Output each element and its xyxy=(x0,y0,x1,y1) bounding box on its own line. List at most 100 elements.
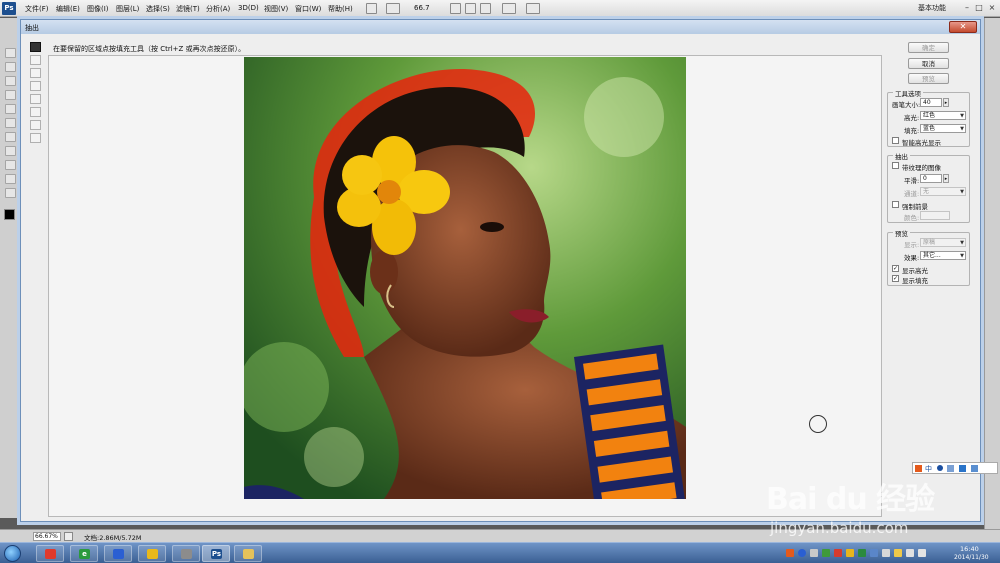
pen-tool-icon[interactable] xyxy=(5,160,16,170)
eyedropper-icon[interactable] xyxy=(30,81,41,91)
color-label: 颜色: xyxy=(904,214,920,222)
effect-label: 效果: xyxy=(904,254,920,262)
channel-label: 通道: xyxy=(904,190,920,198)
tray-icon[interactable] xyxy=(894,549,902,557)
dialog-titlebar[interactable]: 抽出 ✕ xyxy=(21,20,980,34)
menu-view[interactable]: 视图(V) xyxy=(264,4,288,14)
taskbar-explorer[interactable] xyxy=(234,545,262,562)
highlight-select[interactable]: 红色 ▼ xyxy=(920,111,966,120)
show-select[interactable]: 原稿 ▼ xyxy=(920,238,966,247)
tools-panel xyxy=(0,18,21,518)
minimize-icon[interactable]: – xyxy=(962,3,972,13)
dialog-close-button[interactable]: ✕ xyxy=(949,21,977,33)
cleanup-tool-icon[interactable] xyxy=(30,94,41,104)
maximize-icon[interactable]: □ xyxy=(974,3,984,13)
force-foreground-label: 强制前景 xyxy=(902,203,928,211)
cancel-button[interactable]: 取消 xyxy=(908,58,949,69)
menu-layer[interactable]: 图层(L) xyxy=(116,4,139,14)
volume-icon[interactable] xyxy=(906,549,914,557)
move-tool-icon[interactable] xyxy=(5,48,16,58)
zoom-icon[interactable] xyxy=(30,120,41,130)
smart-highlight-checkbox[interactable] xyxy=(892,137,899,144)
tray-icon[interactable] xyxy=(786,549,794,557)
show-highlight-checkbox[interactable]: ✓ xyxy=(892,265,899,272)
start-button[interactable] xyxy=(4,545,21,562)
lasso-tool-icon[interactable] xyxy=(5,76,16,86)
color-swatch[interactable] xyxy=(920,211,950,220)
smooth-field[interactable]: 0 xyxy=(920,174,942,183)
arrange-documents-icon[interactable] xyxy=(502,3,516,14)
highlight-label: 高光: xyxy=(904,114,920,122)
preview-photo[interactable] xyxy=(244,57,686,499)
hand-icon[interactable] xyxy=(30,133,41,143)
show-highlight-label: 显示高光 xyxy=(902,267,928,275)
tray-icon[interactable] xyxy=(846,549,854,557)
tray-icon[interactable] xyxy=(870,549,878,557)
edge-touchup-icon[interactable] xyxy=(30,107,41,117)
eraser-icon[interactable] xyxy=(30,68,41,78)
menu-analysis[interactable]: 分析(A) xyxy=(206,4,230,14)
bridge-icon[interactable] xyxy=(366,3,377,14)
fill-tool-icon[interactable] xyxy=(30,55,41,65)
hand-tool-icon[interactable] xyxy=(450,3,461,14)
hand-tool-icon[interactable] xyxy=(5,188,16,198)
marquee-tool-icon[interactable] xyxy=(5,62,16,72)
taskbar-baidu[interactable] xyxy=(104,545,132,562)
crop-tool-icon[interactable] xyxy=(5,90,16,100)
effect-select[interactable]: 其它... ▼ xyxy=(920,251,966,260)
status-menu-icon[interactable] xyxy=(64,532,73,541)
eyedropper-tool-icon[interactable] xyxy=(5,104,16,114)
dropdown-arrow-icon: ▼ xyxy=(960,253,964,259)
channel-select[interactable]: 无 ▼ xyxy=(920,187,966,196)
menu-file[interactable]: 文件(F) xyxy=(25,4,49,14)
menu-select[interactable]: 选择(S) xyxy=(146,4,170,14)
status-zoom-field[interactable]: 66.67% xyxy=(33,532,61,541)
tray-icon[interactable] xyxy=(822,549,830,557)
flag-icon[interactable] xyxy=(918,549,926,557)
menu-edit[interactable]: 编辑(E) xyxy=(56,4,80,14)
baidu-watermark: Bai du 经验 jingyan.baidu.com xyxy=(760,452,1000,542)
menu-filter[interactable]: 滤镜(T) xyxy=(176,4,200,14)
workspace-switcher[interactable]: 基本功能 xyxy=(918,3,962,15)
clock-time[interactable]: 16:40 xyxy=(960,545,979,553)
tray-icon[interactable] xyxy=(834,549,842,557)
textured-image-checkbox[interactable] xyxy=(892,162,899,169)
preview-group: 预览 显示: 原稿 ▼ 效果: 其它... ▼ ✓ 显示高光 ✓ 显示填充 xyxy=(887,228,970,286)
instruction-hint: 在要保留的区域点按填充工具（按 Ctrl+Z 或再次点按还原）。 xyxy=(53,45,246,53)
foreground-color-swatch[interactable] xyxy=(4,209,15,220)
clock-date[interactable]: 2014/11/30 xyxy=(954,554,989,561)
edge-highlighter-icon[interactable] xyxy=(30,42,41,52)
menu-help[interactable]: 帮助(H) xyxy=(328,4,353,14)
menu-image[interactable]: 图像(I) xyxy=(87,4,109,14)
show-fill-label: 显示填充 xyxy=(902,277,928,285)
brush-size-field[interactable]: 40 xyxy=(920,98,942,107)
brush-tool-icon[interactable] xyxy=(5,118,16,128)
smooth-slider-icon[interactable]: ▸ xyxy=(943,174,949,183)
menu-3d[interactable]: 3D(D) xyxy=(238,4,259,12)
force-foreground-checkbox[interactable] xyxy=(892,201,899,208)
eraser-tool-icon[interactable] xyxy=(5,146,16,156)
help-icon[interactable] xyxy=(798,549,806,557)
taskbar-app-5[interactable] xyxy=(172,545,200,562)
fill-select[interactable]: 蓝色 ▼ xyxy=(920,124,966,133)
stamp-tool-icon[interactable] xyxy=(5,132,16,142)
zoom-level[interactable]: 66.7 xyxy=(414,4,430,12)
menu-window[interactable]: 窗口(W) xyxy=(295,4,321,14)
screen-mode-icon[interactable] xyxy=(526,3,540,14)
taskbar-ie[interactable]: e xyxy=(70,545,98,562)
brush-size-slider-icon[interactable]: ▸ xyxy=(943,98,949,107)
tray-icon[interactable] xyxy=(858,549,866,557)
taskbar-app-1[interactable] xyxy=(36,545,64,562)
tray-icon[interactable] xyxy=(810,549,818,557)
ok-button[interactable]: 确定 xyxy=(908,42,949,53)
preview-button[interactable]: 预览 xyxy=(908,73,949,84)
type-tool-icon[interactable] xyxy=(5,174,16,184)
close-icon[interactable]: × xyxy=(987,3,997,13)
taskbar-photoshop[interactable]: Ps xyxy=(202,545,230,562)
show-fill-checkbox[interactable]: ✓ xyxy=(892,275,899,282)
rotate-view-icon[interactable] xyxy=(480,3,491,14)
network-icon[interactable] xyxy=(882,549,890,557)
zoom-tool-icon[interactable] xyxy=(465,3,476,14)
mini-bridge-icon[interactable] xyxy=(386,3,400,14)
taskbar-app-4[interactable] xyxy=(138,545,166,562)
